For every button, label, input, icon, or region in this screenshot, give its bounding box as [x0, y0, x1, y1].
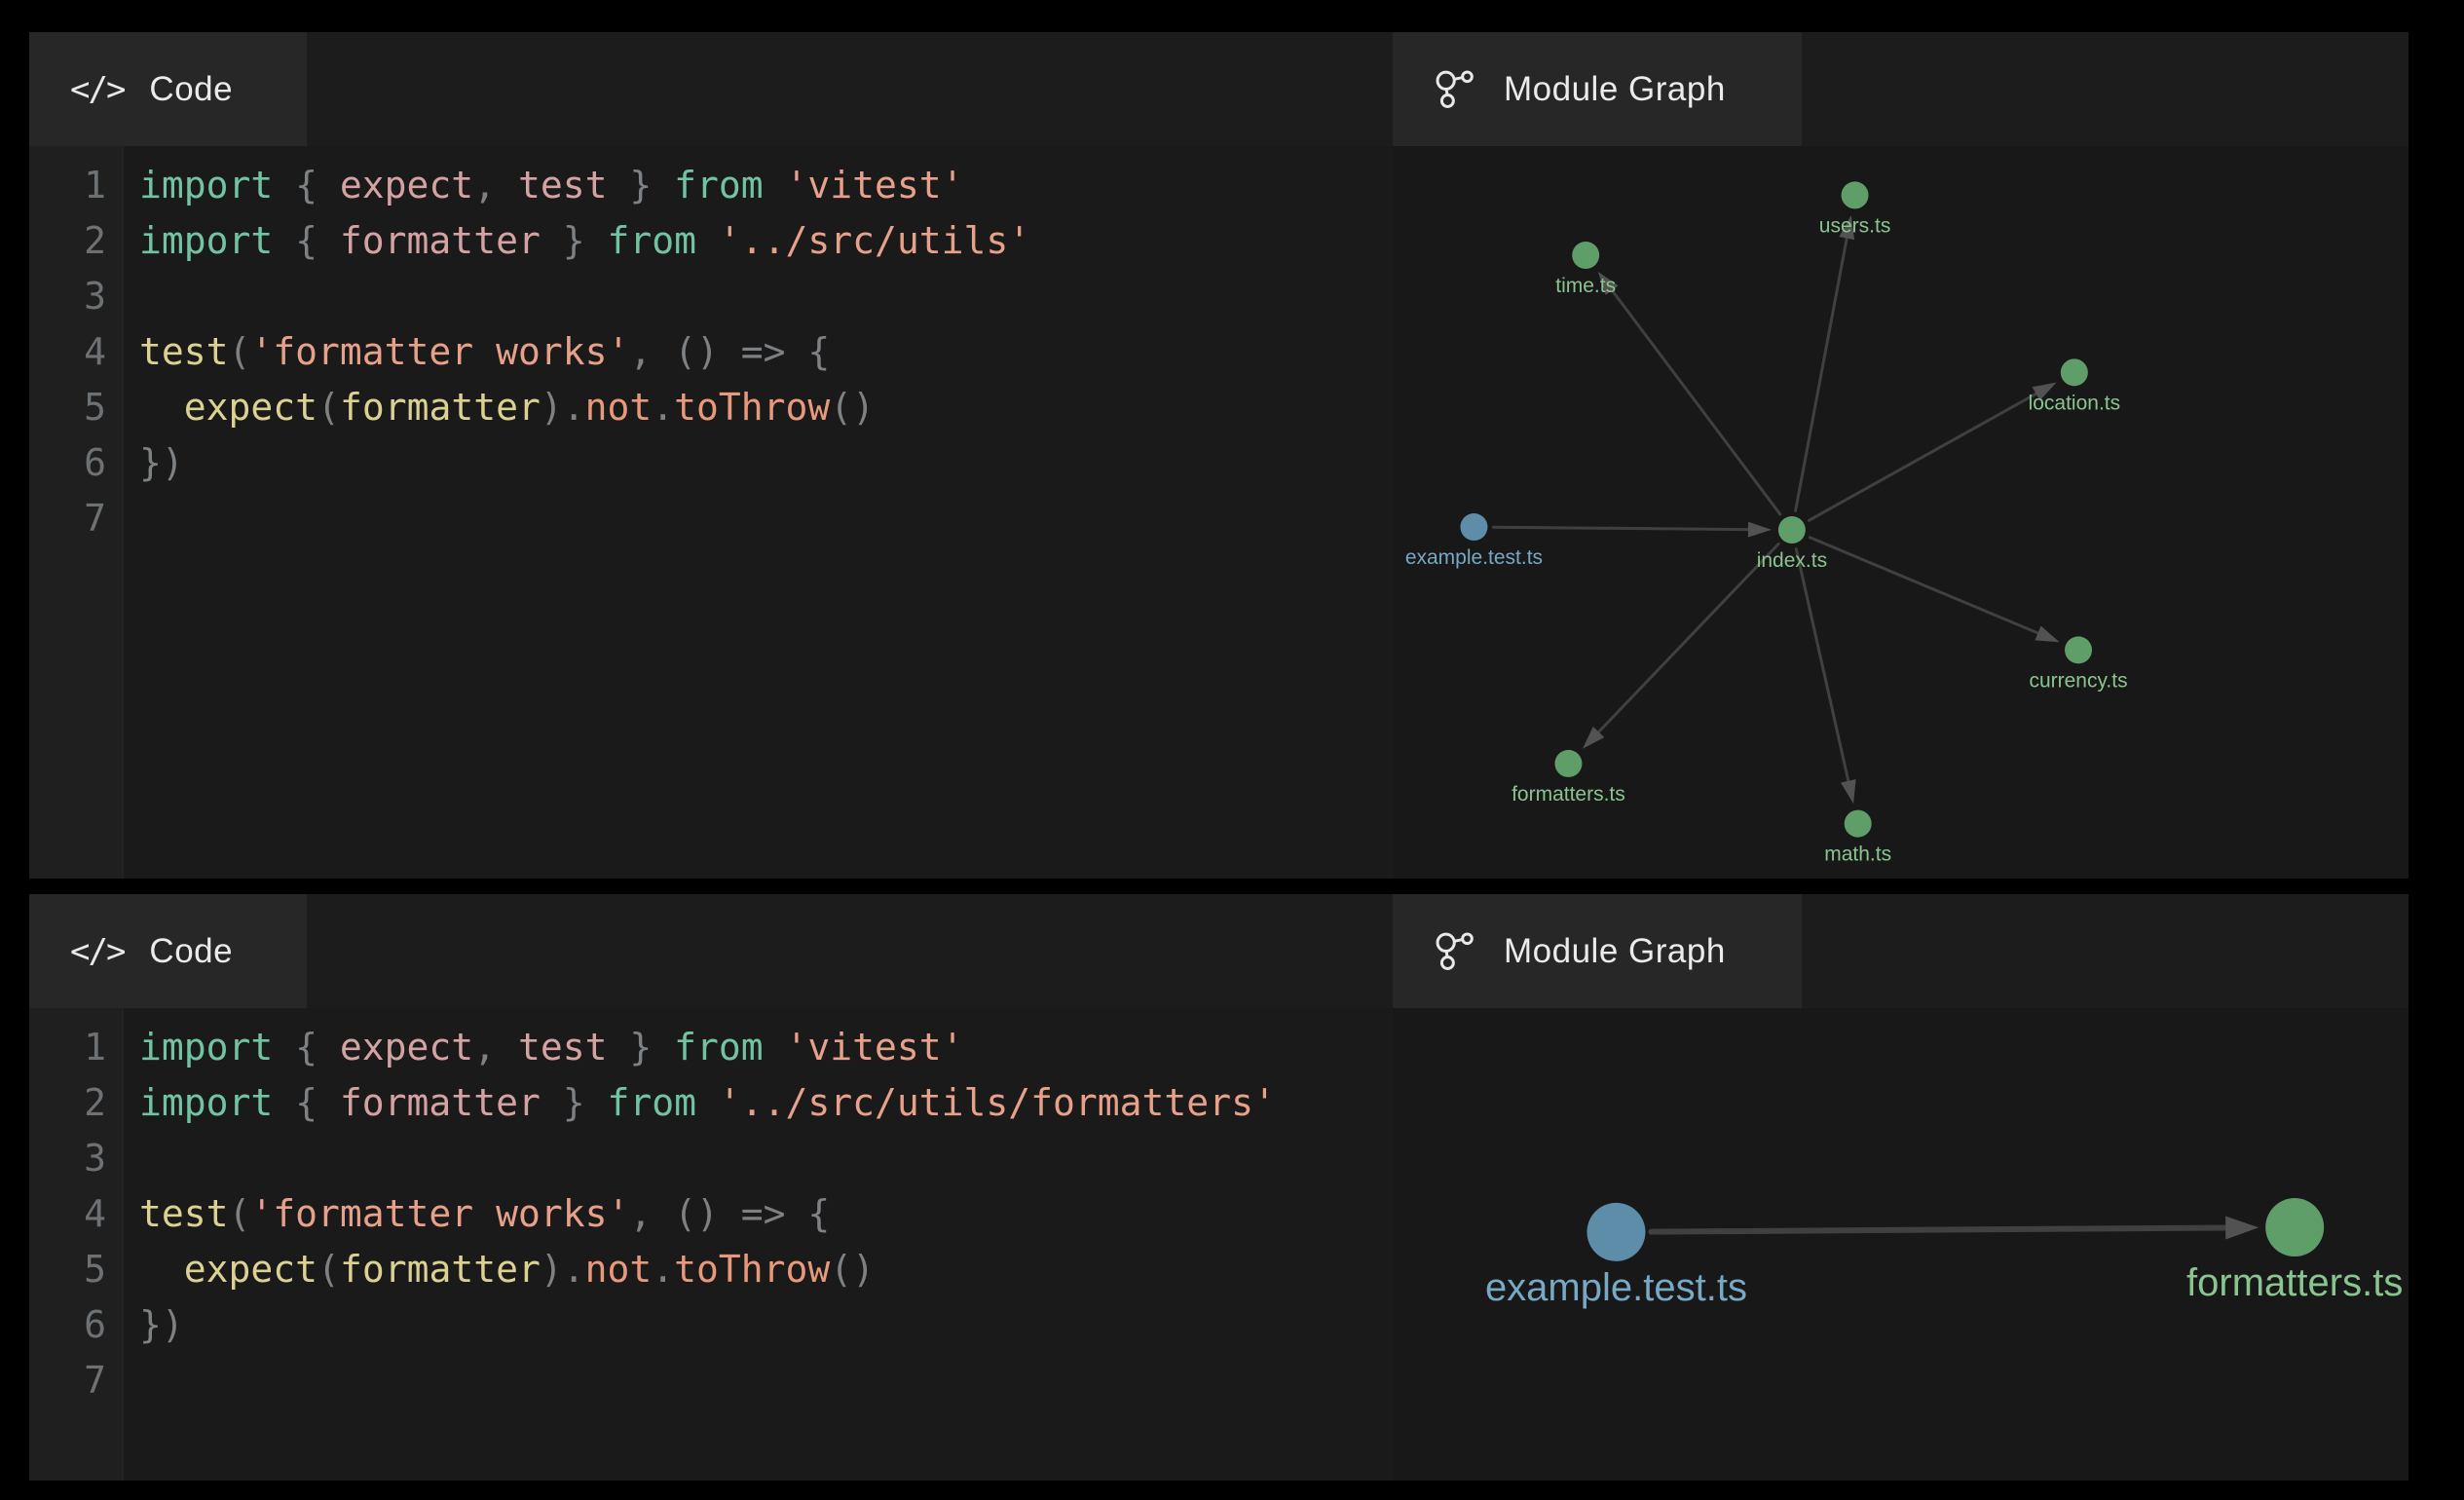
code-line: 7 [29, 1353, 1393, 1408]
code-line: 6}) [29, 435, 1393, 491]
tab-code-label: Code [149, 70, 233, 109]
code-icon: </> [70, 932, 124, 971]
code-line: 5 expect(formatter).not.toThrow() [29, 1242, 1393, 1297]
tab-module-graph-label: Module Graph [1504, 932, 1726, 971]
code-panel-header: </> Code [29, 32, 1393, 146]
code-line: 2import { formatter } from '../src/utils… [29, 1075, 1393, 1131]
code-lines: 1import { expect, test } from 'vitest'2i… [29, 158, 1393, 546]
graph-edge-arrow [1841, 779, 1856, 804]
graph-node-index[interactable] [1778, 516, 1806, 544]
tab-module-graph[interactable]: Module Graph [1393, 894, 1802, 1008]
line-number: 2 [29, 213, 122, 269]
line-number: 6 [29, 435, 122, 491]
graph-node-example[interactable] [1460, 513, 1487, 541]
module-graph-canvas[interactable]: example.test.ts formatters.ts [1393, 1008, 2408, 1481]
code-line: 5 expect(formatter).not.toThrow() [29, 380, 1393, 435]
graph-edge-index-time [1605, 281, 1780, 514]
line-number: 1 [29, 1020, 122, 1075]
tab-code[interactable]: </> Code [29, 894, 307, 1008]
module-graph-icon [1434, 67, 1478, 112]
line-number: 4 [29, 324, 122, 380]
graph-node-math[interactable] [1845, 810, 1872, 838]
graph-node-label-time: time.ts [1555, 275, 1616, 297]
graph-edge-index-currency [1810, 538, 2048, 638]
graph-edge-index-location [1809, 388, 2046, 520]
graph-edge-index-users [1796, 227, 1849, 511]
graph-node-label-currency: currency.ts [2029, 669, 2127, 692]
graph-edge-index-math [1796, 549, 1850, 793]
line-number: 6 [29, 1297, 122, 1353]
graph-edge-arrow [2035, 626, 2059, 643]
code-line: 1import { expect, test } from 'vitest' [29, 1020, 1393, 1075]
code-icon: </> [70, 70, 124, 109]
code-lines: 1import { expect, test } from 'vitest'2i… [29, 1020, 1393, 1408]
tab-module-graph-label: Module Graph [1504, 70, 1726, 109]
code-line: 2import { formatter } from '../src/utils… [29, 213, 1393, 269]
tab-code[interactable]: </> Code [29, 32, 307, 146]
graph-node-label-math: math.ts [1824, 844, 1891, 866]
code-line: 6}) [29, 1297, 1393, 1353]
graph-node-label-example: example.test.ts [1485, 1266, 1747, 1309]
module-graph-canvas[interactable]: users.ts time.ts location.ts example.test.t… [1393, 146, 2408, 879]
line-number: 1 [29, 158, 122, 213]
code-line: 4test('formatter works', () => { [29, 1186, 1393, 1242]
graph-node-formatters[interactable] [1554, 750, 1582, 777]
module-graph-svg: users.ts time.ts location.ts example.test.t… [1393, 146, 2408, 879]
module-graph-icon [1434, 929, 1478, 974]
line-number: 5 [29, 1242, 122, 1297]
graph-node-currency[interactable] [2065, 636, 2092, 663]
module-graph-panel-top: Module Graph users.ts time.ts location.ts e… [1393, 32, 2408, 879]
code-line: 3 [29, 269, 1393, 324]
graph-node-formatters[interactable] [2265, 1198, 2324, 1256]
line-number: 5 [29, 380, 122, 435]
module-graph-header: Module Graph [1393, 32, 2408, 146]
graph-node-label-users: users.ts [1819, 214, 1891, 237]
graph-edge-example-formatters [1651, 1227, 2242, 1231]
module-graph-header: Module Graph [1393, 894, 2408, 1008]
graph-node-location[interactable] [2061, 358, 2088, 386]
graph-node-label-formatters: formatters.ts [1512, 783, 1625, 806]
graph-node-time[interactable] [1572, 242, 1599, 269]
graph-node-users[interactable] [1842, 181, 1869, 208]
line-number: 7 [29, 491, 122, 546]
graph-node-example[interactable] [1587, 1203, 1645, 1261]
line-number: 4 [29, 1186, 122, 1242]
module-graph-svg: example.test.ts formatters.ts [1393, 1008, 2408, 1481]
tab-code-label: Code [149, 932, 233, 971]
line-number: 2 [29, 1075, 122, 1131]
line-number: 3 [29, 269, 122, 324]
code-line: 7 [29, 491, 1393, 546]
code-editor[interactable]: 1import { expect, test } from 'vitest'2i… [29, 1008, 1393, 1481]
line-number: 3 [29, 1131, 122, 1186]
code-panel-header: </> Code [29, 894, 1393, 1008]
graph-edge-index-formatters [1590, 544, 1778, 741]
code-editor[interactable]: 1import { expect, test } from 'vitest'2i… [29, 146, 1393, 879]
graph-node-label-index: index.ts [1757, 549, 1827, 572]
code-panel-bottom: </> Code 1import { expect, test } from '… [29, 894, 1393, 1481]
graph-node-label-formatters: formatters.ts [2186, 1261, 2403, 1304]
graph-edge-example-index [1493, 527, 1759, 530]
graph-edge-arrow [2225, 1217, 2259, 1240]
line-number: 7 [29, 1353, 122, 1408]
graph-node-label-example: example.test.ts [1405, 546, 1543, 569]
code-line: 1import { expect, test } from 'vitest' [29, 158, 1393, 213]
code-line: 3 [29, 1131, 1393, 1186]
code-panel-top: </> Code 1import { expect, test } from '… [29, 32, 1393, 879]
module-graph-panel-bottom: Module Graph example.test.ts formatters.t… [1393, 894, 2408, 1481]
graph-edge-arrow [1748, 522, 1772, 538]
code-line: 4test('formatter works', () => { [29, 324, 1393, 380]
graph-node-label-location: location.ts [2029, 392, 2121, 414]
tab-module-graph[interactable]: Module Graph [1393, 32, 1802, 146]
